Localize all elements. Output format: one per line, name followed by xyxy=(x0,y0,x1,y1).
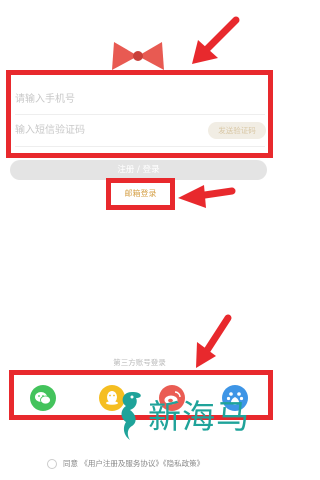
watermark-text: 新海马 xyxy=(148,397,250,436)
annotation-arrow-top-icon xyxy=(192,16,240,64)
agreement-prefix: 同意 xyxy=(63,459,78,468)
annotation-arrow-middle-icon xyxy=(178,185,236,208)
seahorse-logo-icon xyxy=(121,392,141,440)
watermark: 新海马 xyxy=(112,388,262,448)
annotation-arrow-bottom-icon xyxy=(196,314,232,368)
terms-link[interactable]: 《用户注册及服务协议》 xyxy=(80,459,163,468)
agreement-text: 同意 《用户注册及服务协议》《隐私政策》 xyxy=(63,458,204,469)
agreement-checkbox[interactable] xyxy=(47,459,57,469)
privacy-link[interactable]: 《隐私政策》 xyxy=(163,459,204,468)
